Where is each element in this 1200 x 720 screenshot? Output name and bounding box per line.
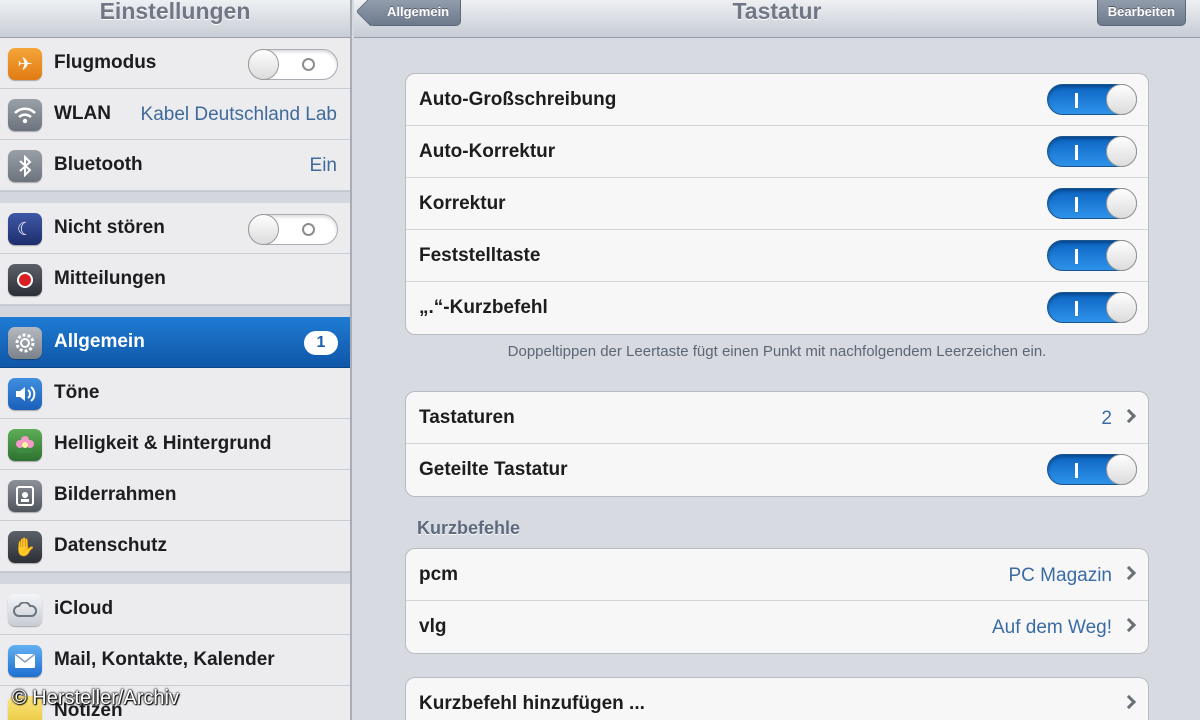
shortcut-row-vlg[interactable]: vlg Auf dem Weg!: [406, 601, 1148, 653]
sidebar-item-mitteilungen[interactable]: Mitteilungen: [0, 254, 350, 305]
settings-sidebar: Einstellungen ✈ Flugmodus WLAN Kabel Deu…: [0, 0, 352, 720]
sidebar-item-flugmodus[interactable]: ✈ Flugmodus: [0, 38, 350, 89]
nicht-stoeren-switch[interactable]: [248, 214, 338, 245]
edit-button[interactable]: Bearbeiten: [1096, 0, 1186, 26]
shortcuts-group: pcm PC Magazin vlg Auf dem Weg!: [405, 548, 1149, 654]
sidebar-item-label: Mail, Kontakte, Kalender: [54, 649, 275, 670]
chevron-right-icon: [1121, 408, 1137, 424]
keyboards-row[interactable]: Tastaturen 2: [406, 392, 1148, 444]
hand-icon: ✋: [8, 531, 42, 563]
auto-capitalization-toggle[interactable]: [1047, 84, 1137, 115]
flugmodus-switch[interactable]: [248, 49, 338, 80]
update-badge: 1: [304, 331, 338, 355]
shortcut-phrase-value: PC Magazin: [1008, 565, 1113, 586]
row-label: Geteilte Tastatur: [419, 459, 568, 480]
sidebar-item-helligkeit[interactable]: Helligkeit & Hintergrund: [0, 419, 350, 470]
spell-check-row: Korrektur: [406, 178, 1148, 230]
caps-lock-row: Feststelltaste: [406, 230, 1148, 282]
sidebar-header: Einstellungen: [0, 0, 350, 38]
sidebar-item-datenschutz[interactable]: ✋ Datenschutz: [0, 521, 350, 572]
page-title: Tastatur: [732, 0, 822, 24]
split-keyboard-row: Geteilte Tastatur: [406, 444, 1148, 496]
sidebar-item-nicht-stoeren[interactable]: ☾ Nicht stören: [0, 203, 350, 254]
period-shortcut-toggle[interactable]: [1047, 292, 1137, 323]
flower-icon: [8, 429, 42, 461]
sidebar-item-toene[interactable]: Töne: [0, 368, 350, 419]
picture-frame-icon: [8, 480, 42, 512]
auto-correction-toggle[interactable]: [1047, 136, 1137, 167]
sidebar-item-bluetooth[interactable]: Bluetooth Ein: [0, 140, 350, 191]
row-label: Auto-Großschreibung: [419, 89, 617, 110]
notifications-icon: [8, 264, 42, 296]
group-separator: [0, 191, 350, 203]
caps-lock-toggle[interactable]: [1047, 240, 1137, 271]
sidebar-item-label: Mitteilungen: [54, 268, 166, 289]
sidebar-item-label: WLAN: [54, 103, 111, 124]
sidebar-item-label: iCloud: [54, 598, 114, 619]
mail-icon: [8, 645, 42, 677]
chevron-right-icon: [1121, 617, 1137, 633]
sidebar-item-allgemein[interactable]: Allgemein 1: [0, 317, 350, 368]
sidebar-item-label: Allgemein: [54, 331, 145, 352]
sidebar-item-label: Datenschutz: [54, 535, 167, 556]
sidebar-title: Einstellungen: [99, 0, 251, 24]
row-label: Tastaturen: [419, 407, 515, 428]
shortcut-row-pcm[interactable]: pcm PC Magazin: [406, 549, 1148, 601]
cloud-icon: [8, 594, 42, 626]
add-shortcut-group: Kurzbefehl hinzufügen ...: [405, 677, 1149, 720]
gear-icon: [8, 327, 42, 359]
row-label: Auto-Korrektur: [419, 141, 556, 162]
moon-icon: ☾: [8, 213, 42, 245]
sidebar-item-label: Helligkeit & Hintergrund: [54, 433, 272, 454]
row-label: Korrektur: [419, 193, 506, 214]
keyboards-count-value: 2: [1101, 408, 1112, 429]
group-separator: [0, 572, 350, 584]
row-label: Kurzbefehl hinzufügen ...: [419, 693, 645, 714]
period-shortcut-footnote: Doppeltippen der Leertaste fügt einen Pu…: [507, 343, 1047, 360]
sidebar-item-mail[interactable]: Mail, Kontakte, Kalender: [0, 635, 350, 686]
sidebar-item-icloud[interactable]: iCloud: [0, 584, 350, 635]
airplane-icon: ✈: [8, 48, 42, 80]
chevron-right-icon: [1121, 565, 1137, 581]
wlan-network-value: Kabel Deutschland Lab: [140, 104, 337, 125]
chevron-right-icon: [1121, 694, 1137, 710]
keyboard-options-group: Auto-Großschreibung Auto-Korrektur Korre…: [405, 73, 1149, 335]
wifi-icon: [8, 99, 42, 131]
shortcut-phrase-value: Auf dem Weg!: [991, 617, 1112, 638]
sidebar-item-bilderrahmen[interactable]: Bilderrahmen: [0, 470, 350, 521]
keyboards-group: Tastaturen 2 Geteilte Tastatur: [405, 391, 1149, 497]
sidebar-item-label: Töne: [54, 382, 100, 403]
add-shortcut-row[interactable]: Kurzbefehl hinzufügen ...: [406, 678, 1148, 720]
sidebar-item-label: Nicht stören: [54, 217, 165, 238]
sidebar-item-label: Flugmodus: [54, 52, 157, 73]
speaker-icon: [8, 378, 42, 410]
sidebar-item-label: Bilderrahmen: [54, 484, 177, 505]
row-label: „.“-Kurzbefehl: [419, 297, 548, 318]
auto-correction-row: Auto-Korrektur: [406, 126, 1148, 178]
shortcuts-section-header: Kurzbefehle: [417, 518, 521, 538]
group-separator: [0, 305, 350, 317]
sidebar-item-wlan[interactable]: WLAN Kabel Deutschland Lab: [0, 89, 350, 140]
row-label: Feststelltaste: [419, 245, 541, 266]
split-keyboard-toggle[interactable]: [1047, 454, 1137, 485]
bluetooth-icon: [8, 150, 42, 182]
bluetooth-status-value: Ein: [309, 155, 337, 176]
keyboard-settings-panel: Allgemein Tastatur Bearbeiten Auto-Großs…: [354, 0, 1200, 720]
navigation-bar: Allgemein Tastatur Bearbeiten: [354, 0, 1200, 38]
period-shortcut-row: „.“-Kurzbefehl: [406, 282, 1148, 334]
auto-capitalization-row: Auto-Großschreibung: [406, 74, 1148, 126]
sidebar-item-label: Bluetooth: [54, 154, 143, 175]
copyright-watermark: © Hersteller/Archiv: [12, 687, 179, 709]
spell-check-toggle[interactable]: [1047, 188, 1137, 219]
row-label: pcm: [419, 564, 459, 585]
row-label: vlg: [419, 616, 447, 637]
